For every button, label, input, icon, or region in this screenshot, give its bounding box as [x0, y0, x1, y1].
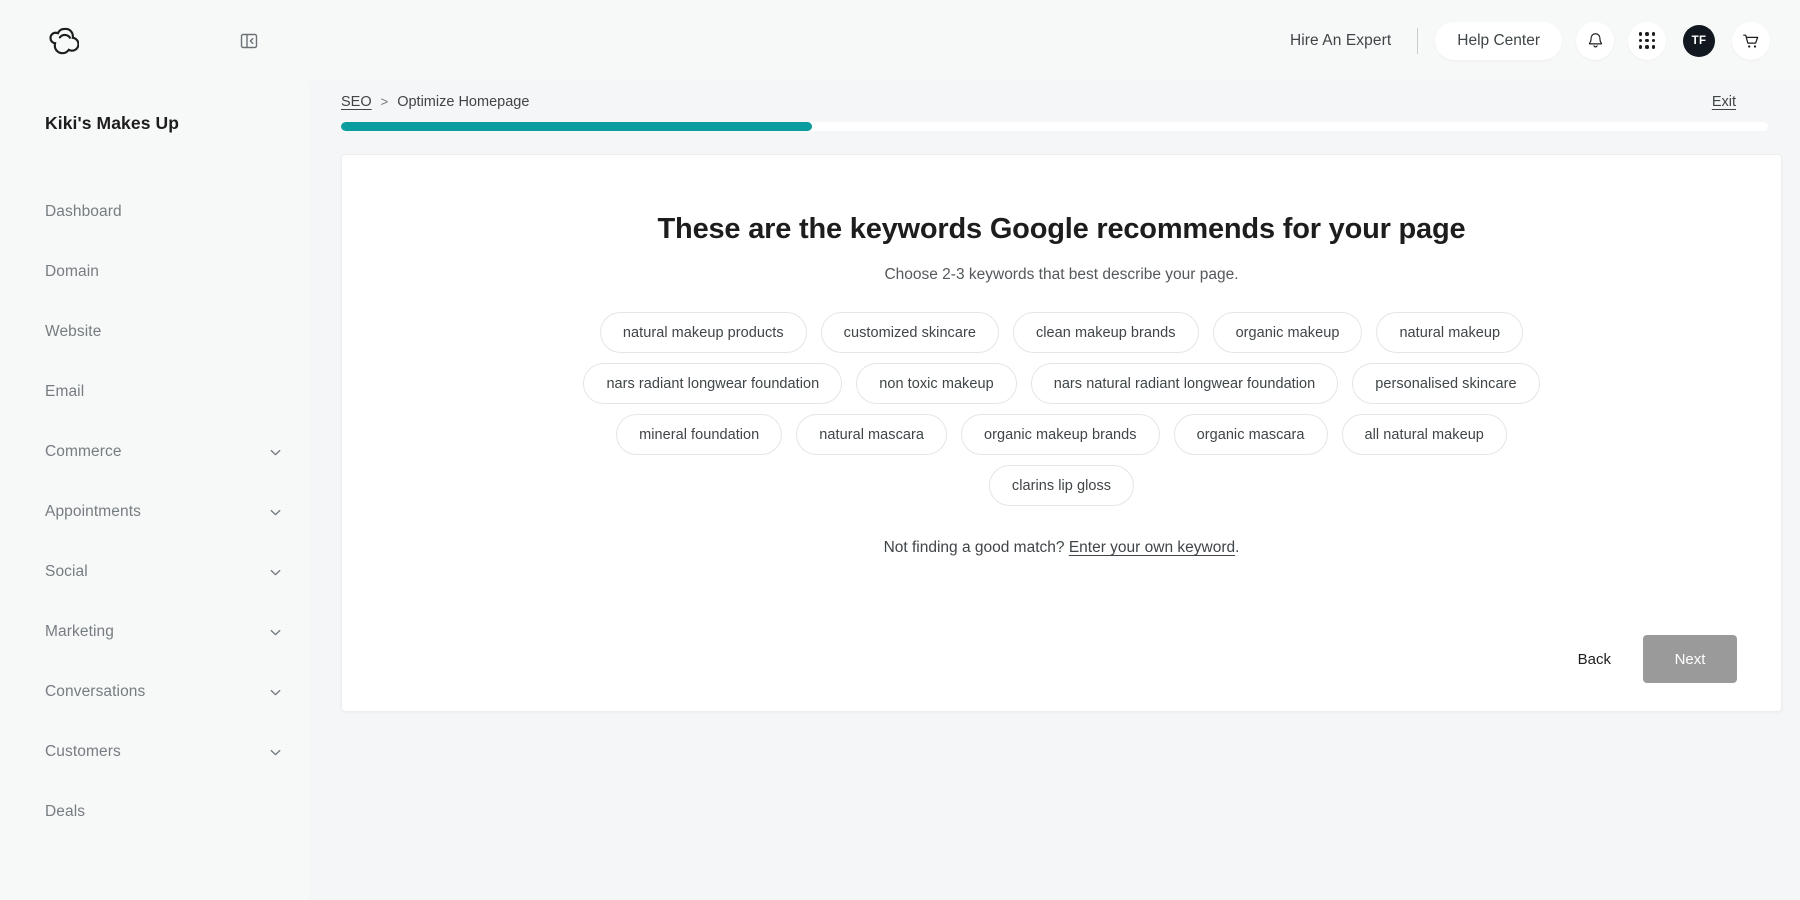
no-match-period: . — [1235, 539, 1239, 556]
keyword-pill-list: natural makeup products customized skinca… — [342, 312, 1781, 506]
avatar: TF — [1683, 25, 1715, 57]
keyword-pill[interactable]: natural mascara — [796, 414, 947, 455]
next-button[interactable]: Next — [1643, 635, 1737, 683]
sidebar-item-marketing[interactable]: Marketing — [0, 602, 309, 662]
top-bar: Hire An Expert Help Center TF — [0, 0, 1800, 81]
chevron-down-icon — [268, 745, 283, 760]
chevron-down-icon — [268, 685, 283, 700]
sidebar-item-label: Appointments — [45, 503, 141, 521]
keyword-pill[interactable]: nars radiant longwear foundation — [583, 363, 842, 404]
keyword-pill[interactable]: natural makeup — [1376, 312, 1523, 353]
no-match-prompt: Not finding a good match? Enter your own… — [342, 539, 1781, 557]
chevron-down-icon — [268, 445, 283, 460]
notifications-button[interactable] — [1576, 22, 1614, 60]
sidebar-item-dashboard[interactable]: Dashboard — [0, 182, 309, 242]
sidebar-item-domain[interactable]: Domain — [0, 242, 309, 302]
apps-grid-icon — [1639, 32, 1656, 49]
main-content: SEO > Optimize Homepage Exit These are t… — [309, 81, 1800, 900]
keyword-pill[interactable]: clarins lip gloss — [989, 465, 1134, 506]
keyword-pill[interactable]: non toxic makeup — [856, 363, 1016, 404]
sidebar-item-customers[interactable]: Customers — [0, 722, 309, 782]
header-divider — [1417, 28, 1418, 54]
keyword-pill[interactable]: mineral foundation — [616, 414, 782, 455]
enter-own-keyword-link[interactable]: Enter your own keyword — [1069, 539, 1235, 556]
sidebar-item-email[interactable]: Email — [0, 362, 309, 422]
sidebar-item-label: Domain — [45, 263, 99, 281]
keyword-pill[interactable]: clean makeup brands — [1013, 312, 1199, 353]
chevron-down-icon — [268, 565, 283, 580]
keyword-pill[interactable]: natural makeup products — [600, 312, 807, 353]
chevron-down-icon — [268, 505, 283, 520]
keyword-pill[interactable]: organic makeup brands — [961, 414, 1160, 455]
top-bar-right-group: Hire An Expert Help Center TF — [1286, 22, 1770, 60]
exit-link[interactable]: Exit — [1712, 94, 1736, 110]
sidebar-item-label: Commerce — [45, 443, 122, 461]
keyword-pill[interactable]: organic makeup — [1213, 312, 1363, 353]
card-actions: Back Next — [1564, 635, 1737, 683]
sidebar-item-label: Website — [45, 323, 101, 341]
breadcrumb-current: Optimize Homepage — [397, 94, 529, 110]
sidebar-item-label: Marketing — [45, 623, 114, 641]
help-center-button[interactable]: Help Center — [1435, 22, 1562, 60]
sidebar-item-commerce[interactable]: Commerce — [0, 422, 309, 482]
sidebar-item-label: Email — [45, 383, 84, 401]
sidebar-item-conversations[interactable]: Conversations — [0, 662, 309, 722]
sidebar-item-website[interactable]: Website — [0, 302, 309, 362]
sidebar-item-label: Customers — [45, 743, 121, 761]
sidebar-item-label: Social — [45, 563, 88, 581]
no-match-text: Not finding a good match? — [884, 539, 1069, 556]
page-subtitle: Choose 2-3 keywords that best describe y… — [342, 266, 1781, 284]
progress-bar — [341, 122, 1768, 131]
sidebar-item-appointments[interactable]: Appointments — [0, 482, 309, 542]
back-button[interactable]: Back — [1564, 639, 1625, 680]
keyword-pill-row: mineral foundation natural mascara organic… — [342, 414, 1781, 455]
bell-icon — [1586, 31, 1605, 50]
sidebar-item-deals[interactable]: Deals — [0, 782, 309, 842]
sidebar-item-label: Dashboard — [45, 203, 122, 221]
account-avatar-button[interactable]: TF — [1680, 22, 1718, 60]
sidebar: Kiki's Makes Up Dashboard Domain Website Em… — [0, 81, 309, 900]
breadcrumb-separator: > — [381, 94, 389, 109]
breadcrumb-root-seo[interactable]: SEO — [341, 94, 372, 110]
sidebar-item-label: Conversations — [45, 683, 145, 701]
page-title: These are the keywords Google recommends… — [342, 213, 1781, 246]
breadcrumb: SEO > Optimize Homepage — [341, 94, 529, 110]
keywords-card: These are the keywords Google recommends… — [341, 154, 1782, 712]
cart-icon — [1741, 31, 1761, 51]
panel-collapse-icon[interactable] — [236, 28, 262, 54]
breadcrumb-bar: SEO > Optimize Homepage Exit — [341, 81, 1768, 122]
keyword-pill[interactable]: nars natural radiant longwear foundation — [1031, 363, 1339, 404]
sidebar-item-social[interactable]: Social — [0, 542, 309, 602]
keyword-pill[interactable]: personalised skincare — [1352, 363, 1539, 404]
progress-bar-fill — [341, 122, 812, 131]
sidebar-item-label: Deals — [45, 803, 85, 821]
chevron-down-icon — [268, 625, 283, 640]
keyword-pill-row: clarins lip gloss — [342, 465, 1781, 506]
keyword-pill-row: nars radiant longwear foundation non toxi… — [342, 363, 1781, 404]
godaddy-heart-logo[interactable] — [38, 26, 90, 56]
keyword-pill[interactable]: all natural makeup — [1342, 414, 1507, 455]
sidebar-nav: Dashboard Domain Website Email Commerce Appoi… — [0, 182, 309, 842]
brand-name: Kiki's Makes Up — [0, 113, 309, 134]
keyword-pill-row: natural makeup products customized skinca… — [342, 312, 1781, 353]
apps-menu-button[interactable] — [1628, 22, 1666, 60]
keyword-pill[interactable]: customized skincare — [821, 312, 999, 353]
keyword-pill[interactable]: organic mascara — [1174, 414, 1328, 455]
cart-button[interactable] — [1732, 22, 1770, 60]
hire-an-expert-link[interactable]: Hire An Expert — [1286, 26, 1395, 56]
